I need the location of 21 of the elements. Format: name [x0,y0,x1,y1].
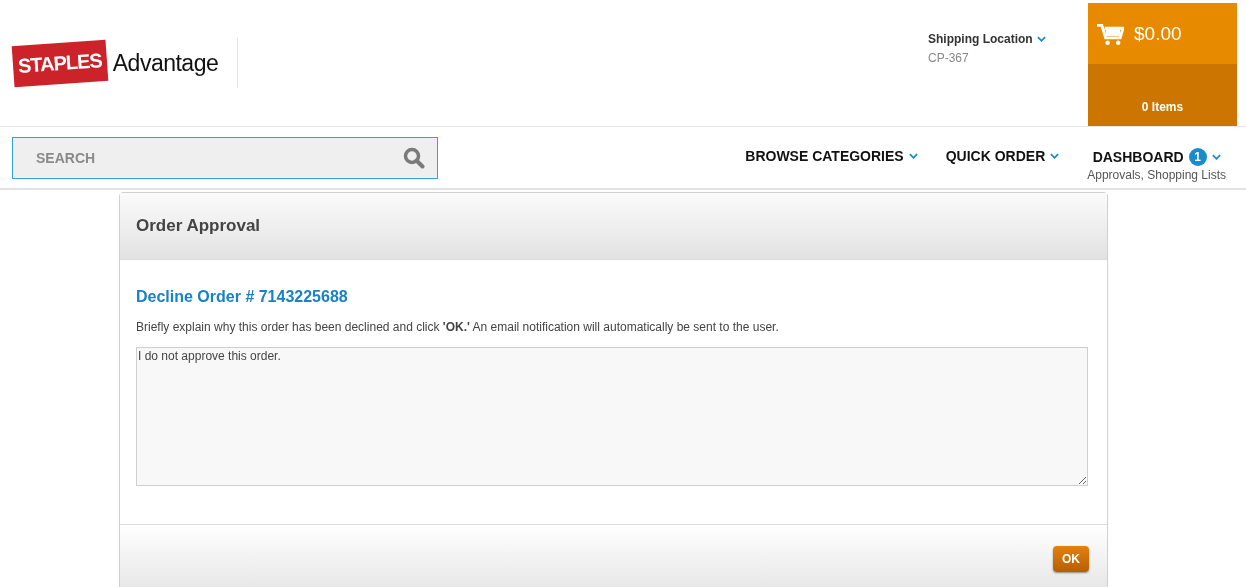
chevron-icon [1036,36,1046,42]
cart-icon[interactable] [1097,23,1124,47]
nav-menu-link[interactable]: BROWSE CATEGORIES [745,147,904,164]
nav-menu-link[interactable]: QUICK ORDER [945,147,1046,164]
dialog-title: Order Approval [136,216,261,236]
chevron-icon [908,152,918,159]
search-field[interactable]: SEARCH [12,136,438,179]
nav-menu-subtitle: Approvals, Shopping Lists [1087,167,1226,182]
search-icon[interactable] [403,146,425,169]
logo-text: Advantage [112,49,219,77]
logo-badge[interactable]: STAPLES [11,39,109,87]
shipping-location-value: CP-367 [928,51,970,65]
notification-badge: 1 [1188,147,1207,166]
decline-heading: Decline Order # 7143225688 [136,288,349,306]
ok-button[interactable]: OK [1053,546,1089,572]
chevron-icon [1211,153,1221,160]
nav-menu-link[interactable]: DASHBOARD [1092,148,1184,165]
instructions-text: Briefly explain why this order has been declined and click 'OK.' An email notification will automatically be sent to the user. [136,320,780,334]
message-field[interactable]: I do not approve this order. [136,347,1088,486]
shipping-location-link[interactable]: Shipping Location [928,32,1088,46]
chevron-icon [1050,152,1060,159]
